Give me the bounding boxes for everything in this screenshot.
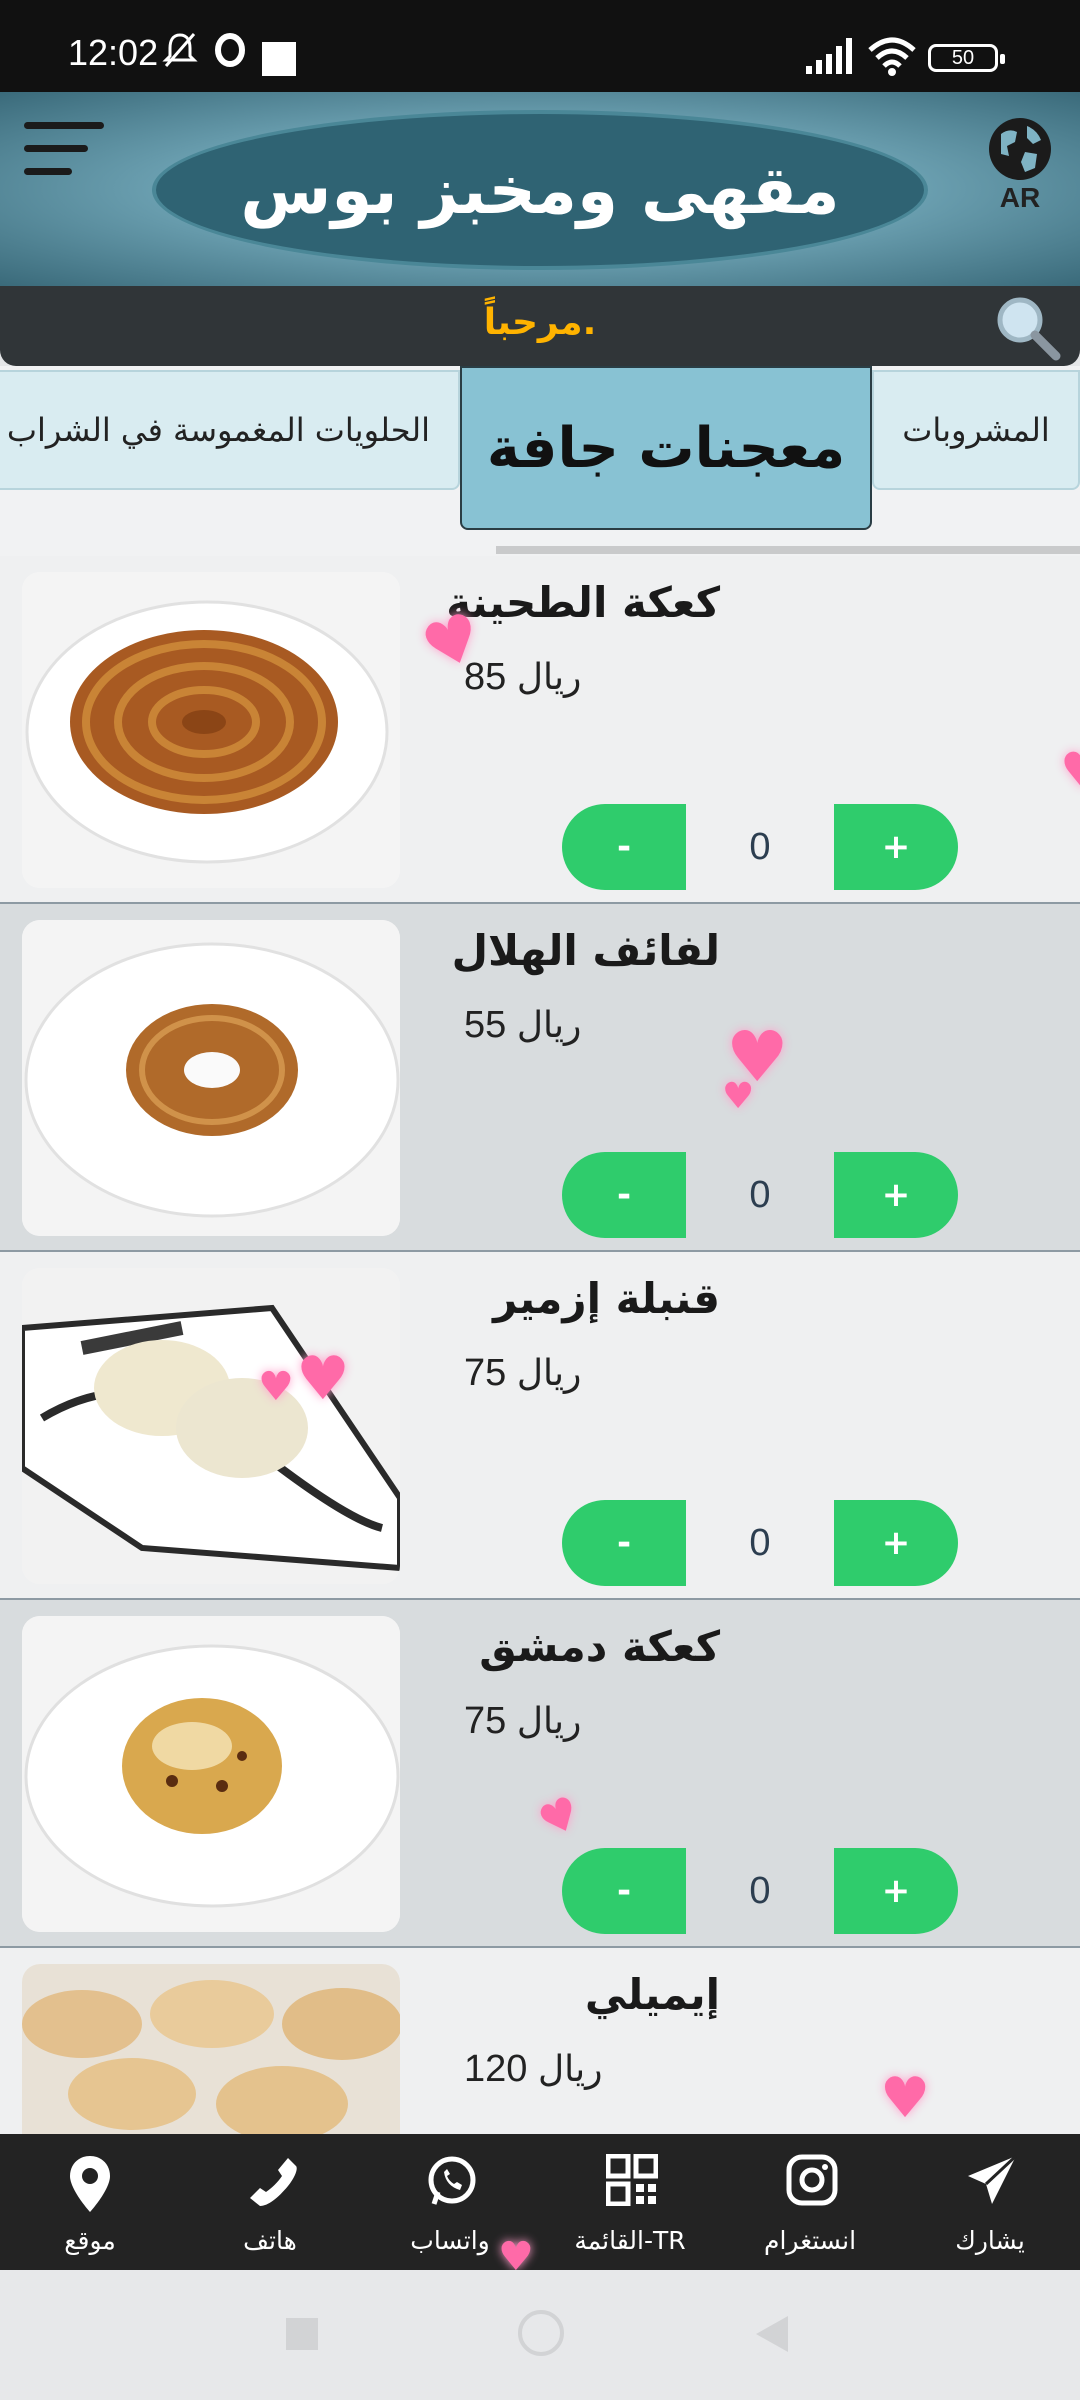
- location-pin-icon: [70, 2156, 110, 2212]
- nav-label: انستغرام: [763, 2226, 857, 2255]
- status-time: 12:02: [68, 32, 159, 73]
- product-name: إيميلي: [584, 1970, 720, 2019]
- product-price: ريال 55: [464, 1004, 582, 1046]
- square-notification-icon: [262, 42, 296, 76]
- qr-code-icon: [606, 2154, 658, 2206]
- increase-qty-button[interactable]: +: [834, 804, 958, 890]
- system-navigation-bar: [0, 2270, 1080, 2400]
- language-label: AR: [999, 182, 1041, 213]
- nav-phone[interactable]: هاتف: [180, 2134, 360, 2270]
- decrease-qty-button[interactable]: -: [562, 804, 686, 890]
- tab-drinks[interactable]: المشروبات: [872, 370, 1080, 490]
- increase-qty-button[interactable]: +: [834, 1152, 958, 1238]
- home-button[interactable]: [518, 2310, 564, 2356]
- language-switcher[interactable]: AR: [980, 116, 1060, 226]
- instagram-icon: [786, 2154, 838, 2206]
- product-list: كعكة الطحينة ريال 85 - 0 + لفائف الهلال …: [0, 556, 1080, 2134]
- cafe-title-banner: مقهى ومخبز بوس: [152, 110, 928, 270]
- signal-icon: [806, 38, 852, 74]
- product-name: كعكة الطحينة: [446, 578, 720, 627]
- product-price: ريال 75: [464, 1700, 582, 1742]
- phone-icon: [250, 2158, 297, 2206]
- app-header: مقهى ومخبز بوس AR: [0, 92, 1080, 286]
- quantity-value: 0: [749, 1521, 771, 1564]
- product-row: كعكة الطحينة ريال 85 - 0 +: [0, 556, 1080, 904]
- welcome-text: مرحباً.: [483, 302, 597, 343]
- nav-label: القائمة-TR: [574, 2226, 686, 2255]
- floating-heart-icon: ♥: [1060, 742, 1080, 800]
- nav-share[interactable]: يشارك: [900, 2134, 1080, 2270]
- floating-heart-icon: ♥: [258, 1364, 294, 1410]
- nav-label: يشارك: [955, 2226, 1025, 2255]
- bottom-navigation: موقع هاتف واتساب القائمة-TR انستغرام يشا…: [0, 2134, 1080, 2280]
- search-icon[interactable]: [992, 292, 1062, 362]
- product-row: قنبلة إزمير ريال 75 - 0 +: [0, 1252, 1080, 1600]
- whatsapp-icon: [428, 2156, 476, 2205]
- welcome-bar: مرحباً.: [0, 286, 1080, 366]
- floating-heart-icon: ♥: [296, 1344, 350, 1414]
- product-price: ريال 120: [464, 2048, 603, 2090]
- quantity-value: 0: [749, 1173, 771, 1216]
- globe-icon: [989, 118, 1051, 180]
- product-row: لفائف الهلال ريال 55 - 0 +: [0, 904, 1080, 1252]
- product-name: قنبلة إزمير: [493, 1274, 720, 1323]
- product-row: كعكة دمشق ريال 75 - 0 +: [0, 1600, 1080, 1948]
- battery-indicator: 50: [928, 44, 1005, 72]
- nav-label: موقع: [64, 2226, 116, 2255]
- o-circle-icon: [215, 33, 245, 67]
- recent-apps-button[interactable]: [286, 2318, 318, 2350]
- tabs-divider: [496, 546, 1080, 554]
- floating-heart-icon: ♥: [722, 1076, 755, 1117]
- nav-instagram[interactable]: انستغرام: [720, 2134, 900, 2270]
- nav-location[interactable]: موقع: [0, 2134, 180, 2270]
- wifi-icon: [868, 37, 916, 76]
- nav-qr-menu[interactable]: القائمة-TR: [540, 2134, 720, 2270]
- decrease-qty-button[interactable]: -: [562, 1848, 686, 1934]
- mute-bell-icon: [162, 33, 198, 67]
- floating-heart-icon: ♥: [880, 2066, 931, 2131]
- back-button-icon[interactable]: [754, 2314, 790, 2354]
- hamburger-menu-icon[interactable]: [24, 122, 110, 202]
- tab-dry-pastries[interactable]: معجنات جافة: [460, 366, 872, 530]
- category-tabs: الحلويات المغموسة في الشراب معجنات جافة …: [0, 366, 1080, 556]
- increase-qty-button[interactable]: +: [834, 1848, 958, 1934]
- product-name: كعكة دمشق: [479, 1622, 720, 1671]
- quantity-value: 0: [749, 1869, 771, 1912]
- status-bar: 12:02 50: [0, 0, 1080, 92]
- product-name: لفائف الهلال: [451, 926, 720, 975]
- decrease-qty-button[interactable]: -: [562, 1152, 686, 1238]
- decrease-qty-button[interactable]: -: [562, 1500, 686, 1586]
- send-icon: [968, 2154, 1018, 2204]
- quantity-value: 0: [749, 825, 771, 868]
- tab-syrup-desserts[interactable]: الحلويات المغموسة في الشراب: [0, 370, 460, 490]
- product-price: ريال 75: [464, 1352, 582, 1394]
- increase-qty-button[interactable]: +: [834, 1500, 958, 1586]
- page-title: مقهى ومخبز بوس: [240, 151, 840, 229]
- nav-label: هاتف: [243, 2226, 297, 2255]
